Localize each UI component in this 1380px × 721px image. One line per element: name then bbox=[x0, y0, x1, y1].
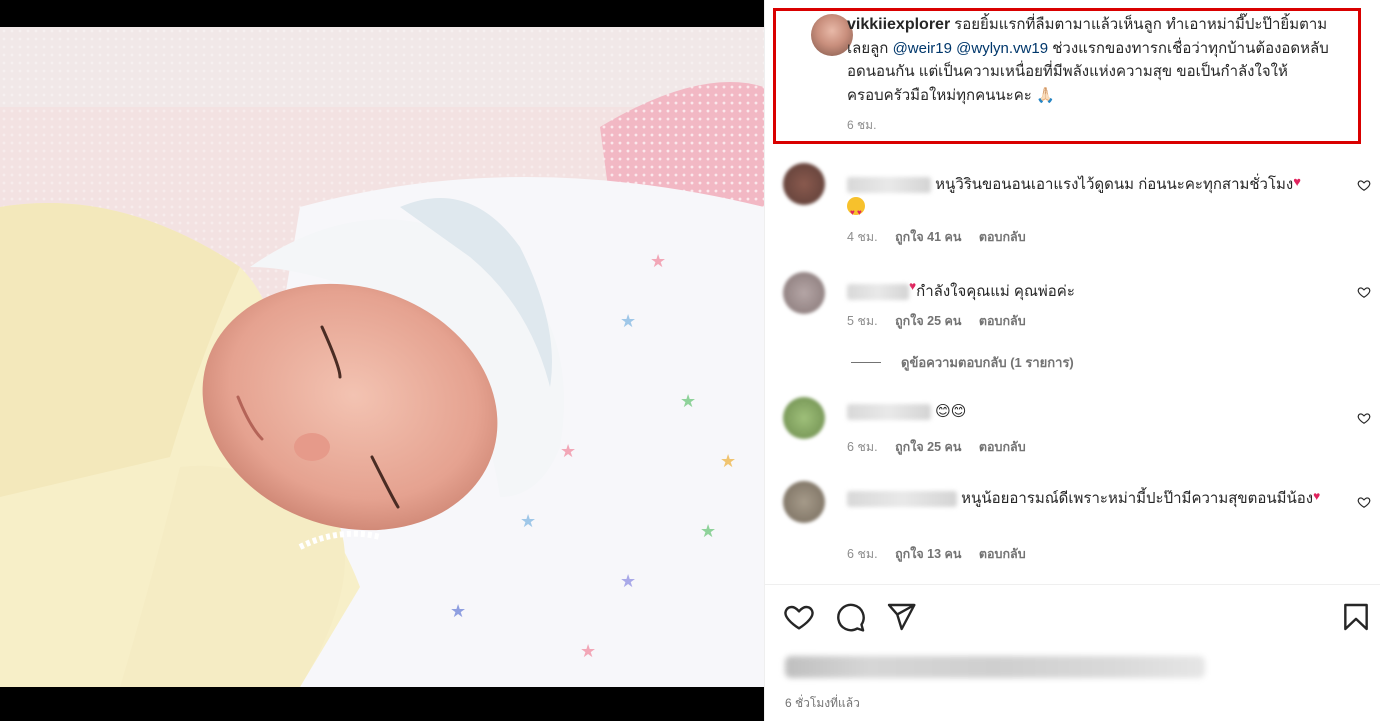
replies-divider-line bbox=[851, 362, 881, 363]
commenter-username-blurred[interactable] bbox=[847, 404, 931, 421]
send-icon[interactable] bbox=[885, 601, 917, 633]
comment-likes[interactable]: ถูกใจ 13 คน bbox=[895, 547, 961, 561]
reply-button[interactable]: ตอบกลับ bbox=[979, 440, 1026, 454]
caption-timestamp: 6 ชม. bbox=[847, 118, 877, 132]
commenter-avatar[interactable] bbox=[783, 163, 825, 205]
heart-icon[interactable] bbox=[1357, 285, 1371, 299]
view-replies-button[interactable]: ดูข้อความตอบกลับ (1 รายการ) bbox=[851, 352, 1074, 373]
comment-meta: 6 ชม. ถูกใจ 13 คน ตอบกลับ bbox=[847, 544, 1040, 564]
likes-summary-blurred[interactable] bbox=[785, 656, 1205, 678]
comment-text: หนูน้อยอารมณ์ดีเพราะหม่ามี้ปะป๊ามีความสุ… bbox=[961, 490, 1314, 507]
comment-time: 5 ชม. bbox=[847, 314, 878, 328]
comment-body: หนูวิรินขอนอนเอาแรงไว้ดูดนม ก่อนนะคะทุกส… bbox=[847, 170, 1337, 219]
comment-time: 6 ชม. bbox=[847, 440, 878, 454]
post-caption: vikkiiexplorer รอยยิ้มแรกที่ลืมตามาแล้วเห… bbox=[847, 13, 1347, 107]
actions-divider bbox=[765, 584, 1380, 585]
comment-meta: 5 ชม. ถูกใจ 25 คน ตอบกลับ bbox=[847, 311, 1040, 331]
comment-body: ♥กำลังใจคุณแม่ คุณพ่อค่ะ bbox=[847, 275, 1337, 303]
reply-button[interactable]: ตอบกลับ bbox=[979, 230, 1026, 244]
post-photo-baby-sleeping[interactable]: ★ ★ ★ ★ ★ ★ ★ ★ ★ ★ bbox=[0, 27, 764, 687]
heart-icon[interactable] bbox=[1357, 495, 1371, 509]
commenter-username-blurred[interactable] bbox=[847, 177, 931, 194]
heart-icon[interactable] bbox=[1357, 411, 1371, 425]
mention-link[interactable]: @weir19 bbox=[893, 40, 952, 57]
bookmark-icon[interactable] bbox=[1340, 601, 1372, 633]
reply-button[interactable]: ตอบกลับ bbox=[979, 314, 1026, 328]
heart-emoji: ♥ bbox=[1293, 174, 1301, 189]
svg-text:★: ★ bbox=[520, 511, 536, 532]
comment-meta: 6 ชม. ถูกใจ 25 คน ตอบกลับ bbox=[847, 437, 1040, 457]
svg-text:★: ★ bbox=[680, 391, 696, 412]
comment-text: 😊😊 bbox=[935, 403, 967, 420]
svg-text:★: ★ bbox=[560, 441, 576, 462]
svg-text:★: ★ bbox=[580, 641, 596, 662]
post-media-panel: ★ ★ ★ ★ ★ ★ ★ ★ ★ ★ bbox=[0, 0, 764, 721]
comment-icon[interactable] bbox=[834, 601, 866, 633]
svg-text:★: ★ bbox=[450, 601, 466, 622]
heart-eyes-emoji: ♥ ♥ bbox=[847, 197, 865, 217]
commenter-username-blurred[interactable] bbox=[847, 284, 909, 301]
svg-text:★: ★ bbox=[700, 521, 716, 542]
svg-text:★: ★ bbox=[620, 311, 636, 332]
heart-emoji: ♥ bbox=[1313, 489, 1321, 503]
comment-time: 6 ชม. bbox=[847, 547, 878, 561]
comment-text: กำลังใจคุณแม่ คุณพ่อค่ะ bbox=[916, 283, 1075, 300]
comment-likes[interactable]: ถูกใจ 41 คน bbox=[895, 230, 961, 244]
comment-time: 4 ชม. bbox=[847, 230, 878, 244]
post-timestamp: 6 ชั่วโมงที่แล้ว bbox=[785, 696, 860, 710]
baby-photo-illustration: ★ ★ ★ ★ ★ ★ ★ ★ ★ ★ bbox=[0, 27, 764, 687]
comment-body: 😊😊 bbox=[847, 400, 1337, 423]
comment-likes[interactable]: ถูกใจ 25 คน bbox=[895, 440, 961, 454]
heart-icon[interactable] bbox=[783, 601, 815, 633]
svg-text:★: ★ bbox=[720, 451, 736, 472]
commenter-username-blurred[interactable] bbox=[847, 491, 957, 508]
commenter-avatar[interactable] bbox=[783, 397, 825, 439]
heart-icon[interactable] bbox=[1357, 178, 1371, 192]
reply-button[interactable]: ตอบกลับ bbox=[979, 547, 1026, 561]
comment-body: หนูน้อยอารมณ์ดีเพราะหม่ามี้ปะป๊ามีความสุ… bbox=[847, 485, 1337, 510]
commenter-avatar[interactable] bbox=[783, 481, 825, 523]
svg-text:★: ★ bbox=[620, 571, 636, 592]
author-username[interactable]: vikkiiexplorer bbox=[847, 16, 950, 33]
comment-meta: 4 ชม. ถูกใจ 41 คน ตอบกลับ bbox=[847, 227, 1040, 247]
commenter-avatar[interactable] bbox=[783, 272, 825, 314]
comment-text: หนูวิรินขอนอนเอาแรงไว้ดูดนม ก่อนนะคะทุกส… bbox=[935, 176, 1294, 193]
post-side-panel: vikkiiexplorer รอยยิ้มแรกที่ลืมตามาแล้วเห… bbox=[764, 0, 1380, 721]
svg-text:★: ★ bbox=[650, 251, 666, 272]
view-replies-label: ดูข้อความตอบกลับ (1 รายการ) bbox=[901, 355, 1074, 370]
comment-likes[interactable]: ถูกใจ 25 คน bbox=[895, 314, 961, 328]
mention-link[interactable]: @wylyn.vw19 bbox=[956, 40, 1048, 57]
